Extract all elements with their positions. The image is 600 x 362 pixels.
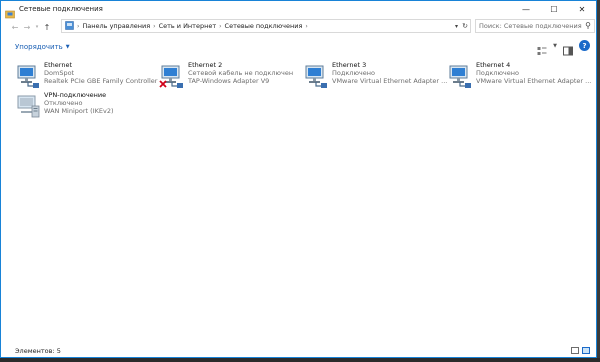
title-bar[interactable]: Сетевые подключения — ☐ ✕ xyxy=(1,1,596,19)
organize-label: Упорядочить xyxy=(15,43,63,51)
connection-item-ethernet-3[interactable]: Ethernet 3 Подключено VMware Virtual Eth… xyxy=(303,61,447,91)
large-icons-view-icon[interactable] xyxy=(582,347,590,354)
connection-adapter: WAN Miniport (IKEv2) xyxy=(44,107,114,115)
breadcrumb-separator: › xyxy=(77,22,80,30)
view-options-dropdown[interactable]: ▼ xyxy=(553,43,557,49)
connection-name: Ethernet 2 xyxy=(188,61,223,69)
command-bar: Упорядочить ▼ ▼ ? xyxy=(1,39,596,55)
navigation-bar: ← → ▾ ↑ › Панель управления › Сеть и Инт… xyxy=(1,18,596,36)
network-adapter-icon xyxy=(303,61,329,89)
connection-adapter: VMware Virtual Ethernet Adapter ... xyxy=(332,77,448,85)
view-tiles-icon xyxy=(537,46,547,55)
recent-locations-button[interactable]: ▾ xyxy=(33,20,41,34)
chevron-down-icon: ▼ xyxy=(65,44,70,50)
address-history-dropdown[interactable]: ▾ xyxy=(455,20,458,32)
preview-pane-button[interactable] xyxy=(563,41,573,55)
connection-name: VPN-подключение xyxy=(44,91,107,99)
help-icon: ? xyxy=(582,41,587,50)
connection-status: Подключено xyxy=(332,69,375,77)
refresh-button[interactable]: ↻ xyxy=(462,20,468,32)
address-bar[interactable]: › Панель управления › Сеть и Интернет › … xyxy=(61,19,471,33)
network-folder-icon xyxy=(5,4,15,19)
details-view-icon[interactable] xyxy=(571,347,579,354)
connection-adapter: Realtek PCIe GBE Family Controller xyxy=(44,77,158,85)
vpn-connection-icon xyxy=(15,91,41,119)
connection-item-ethernet-4[interactable]: Ethernet 4 Подключено VMware Virtual Eth… xyxy=(447,61,591,91)
up-button[interactable]: ↑ xyxy=(41,20,53,34)
item-count: Элементов: 5 xyxy=(15,347,61,355)
connection-adapter: VMware Virtual Ethernet Adapter ... xyxy=(476,77,592,85)
breadcrumb-control-panel[interactable]: Панель управления xyxy=(82,22,150,30)
connection-name: Ethernet xyxy=(44,61,72,69)
arrow-up-icon: ↑ xyxy=(43,22,51,32)
breadcrumb-network-connections[interactable]: Сетевые подключения xyxy=(225,22,303,30)
window-title: Сетевые подключения xyxy=(19,5,103,13)
connections-list: Ethernet DomSpot Realtek PCIe GBE Family… xyxy=(1,57,596,345)
chevron-down-icon: ▾ xyxy=(454,22,458,30)
arrow-left-icon: ← xyxy=(11,22,19,32)
refresh-icon: ↻ xyxy=(462,22,468,30)
taskbar-edge xyxy=(0,358,600,362)
connection-status: Сетевой кабель не подключен xyxy=(188,69,294,77)
help-button[interactable]: ? xyxy=(579,40,590,51)
organize-button[interactable]: Упорядочить ▼ xyxy=(15,43,70,51)
breadcrumb-separator: › xyxy=(219,22,222,30)
connection-item-vpn[interactable]: VPN-подключение Отключено WAN Miniport (… xyxy=(15,91,155,121)
connection-status: Отключено xyxy=(44,99,83,107)
search-box[interactable]: Поиск: Сетевые подключения ⚲ xyxy=(475,19,595,33)
search-placeholder: Поиск: Сетевые подключения xyxy=(479,22,582,30)
maximize-button[interactable]: ☐ xyxy=(540,1,568,17)
view-controls: ▼ ? xyxy=(537,40,590,55)
connection-name: Ethernet 3 xyxy=(332,61,367,69)
control-panel-icon xyxy=(65,20,74,32)
window-controls: — ☐ ✕ xyxy=(512,1,596,17)
network-adapter-icon xyxy=(447,61,473,89)
arrow-right-icon: → xyxy=(23,22,31,32)
network-adapter-icon xyxy=(15,61,41,89)
breadcrumb-network-internet[interactable]: Сеть и Интернет xyxy=(159,22,217,30)
status-bar: Элементов: 5 xyxy=(1,345,596,357)
minimize-button[interactable]: — xyxy=(512,1,540,17)
connection-status: DomSpot xyxy=(44,69,75,77)
change-view-button[interactable] xyxy=(537,41,547,55)
status-view-controls xyxy=(571,347,590,354)
preview-pane-icon xyxy=(563,46,573,55)
explorer-window: Сетевые подключения — ☐ ✕ ← → ▾ ↑ › Пане… xyxy=(0,0,597,358)
connection-adapter: TAP-Windows Adapter V9 xyxy=(188,77,270,85)
chevron-down-icon: ▾ xyxy=(35,24,39,30)
breadcrumb-separator: › xyxy=(305,22,308,30)
forward-button[interactable]: → xyxy=(21,20,33,34)
close-button[interactable]: ✕ xyxy=(568,1,596,17)
breadcrumb-separator: › xyxy=(153,22,156,30)
connection-name: Ethernet 4 xyxy=(476,61,511,69)
connection-item-ethernet-2[interactable]: Ethernet 2 Сетевой кабель не подключен T… xyxy=(159,61,299,91)
search-icon: ⚲ xyxy=(585,21,591,30)
network-adapter-disconnected-icon xyxy=(159,61,185,89)
connection-item-ethernet[interactable]: Ethernet DomSpot Realtek PCIe GBE Family… xyxy=(15,61,158,91)
connection-status: Подключено xyxy=(476,69,519,77)
back-button[interactable]: ← xyxy=(9,20,21,34)
